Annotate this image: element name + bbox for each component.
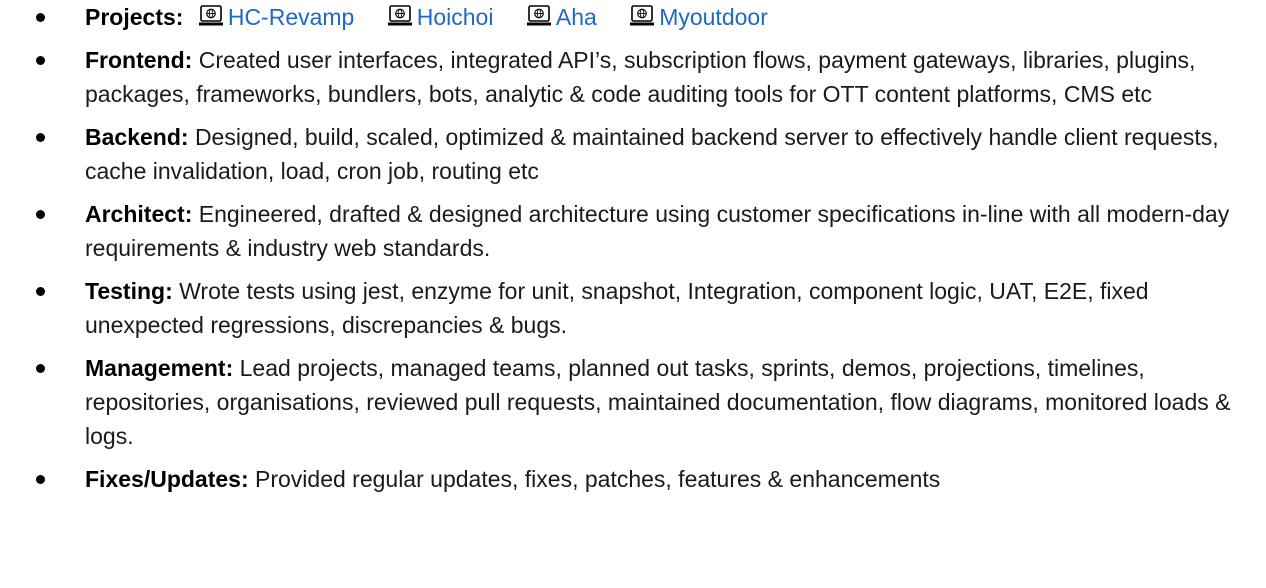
bullet-icon bbox=[36, 287, 45, 296]
list-item-management: Management: Lead projects, managed teams… bbox=[0, 351, 1266, 453]
item-key: Frontend: bbox=[85, 47, 199, 73]
project-links: HC-Revamp Hoichoi Aha Myoutdoor bbox=[190, 4, 782, 30]
laptop-web-icon bbox=[198, 5, 223, 26]
item-key: Projects: bbox=[85, 4, 190, 30]
item-key: Testing: bbox=[85, 278, 180, 304]
item-text: Designed, build, scaled, optimized & mai… bbox=[85, 124, 1219, 184]
item-key: Architect: bbox=[85, 201, 199, 227]
bullet-icon bbox=[36, 56, 45, 65]
experience-bullet-list: Projects: HC-Revamp Hoichoi Aha Myoutdoo… bbox=[0, 0, 1266, 496]
item-text: Lead projects, managed teams, planned ou… bbox=[85, 355, 1231, 449]
list-item-fixes-updates: Fixes/Updates: Provided regular updates,… bbox=[0, 462, 1266, 496]
project-link-label[interactable]: HC-Revamp bbox=[228, 4, 355, 30]
list-item-architect: Architect: Engineered, drafted & designe… bbox=[0, 197, 1266, 265]
bullet-icon bbox=[36, 210, 45, 219]
laptop-web-icon bbox=[526, 5, 551, 26]
item-key: Fixes/Updates: bbox=[85, 466, 255, 492]
project-link-hoichoi[interactable]: Hoichoi bbox=[387, 4, 500, 30]
item-key: Backend: bbox=[85, 124, 195, 150]
bullet-icon bbox=[36, 475, 45, 484]
item-key: Management: bbox=[85, 355, 240, 381]
item-text: Provided regular updates, fixes, patches… bbox=[255, 466, 941, 492]
list-item-backend: Backend: Designed, build, scaled, optimi… bbox=[0, 120, 1266, 188]
bullet-icon bbox=[36, 133, 45, 142]
project-link-label[interactable]: Hoichoi bbox=[417, 4, 494, 30]
item-text: Wrote tests using jest, enzyme for unit,… bbox=[85, 278, 1149, 338]
item-text: Created user interfaces, integrated API’… bbox=[85, 47, 1196, 107]
list-item-frontend: Frontend: Created user interfaces, integ… bbox=[0, 43, 1266, 111]
project-link-label[interactable]: Aha bbox=[556, 4, 597, 30]
bullet-icon bbox=[36, 364, 45, 373]
bullet-icon bbox=[36, 13, 45, 22]
list-item-testing: Testing: Wrote tests using jest, enzyme … bbox=[0, 274, 1266, 342]
project-link-hc-revamp[interactable]: HC-Revamp bbox=[198, 4, 361, 30]
item-text: Engineered, drafted & designed architect… bbox=[85, 201, 1230, 261]
list-item-projects: Projects: HC-Revamp Hoichoi Aha Myoutdoo… bbox=[0, 0, 1266, 34]
project-link-aha[interactable]: Aha bbox=[526, 4, 603, 30]
laptop-web-icon bbox=[387, 5, 412, 26]
project-link-label[interactable]: Myoutdoor bbox=[659, 4, 768, 30]
project-link-myoutdoor[interactable]: Myoutdoor bbox=[629, 4, 768, 30]
laptop-web-icon bbox=[630, 5, 655, 26]
